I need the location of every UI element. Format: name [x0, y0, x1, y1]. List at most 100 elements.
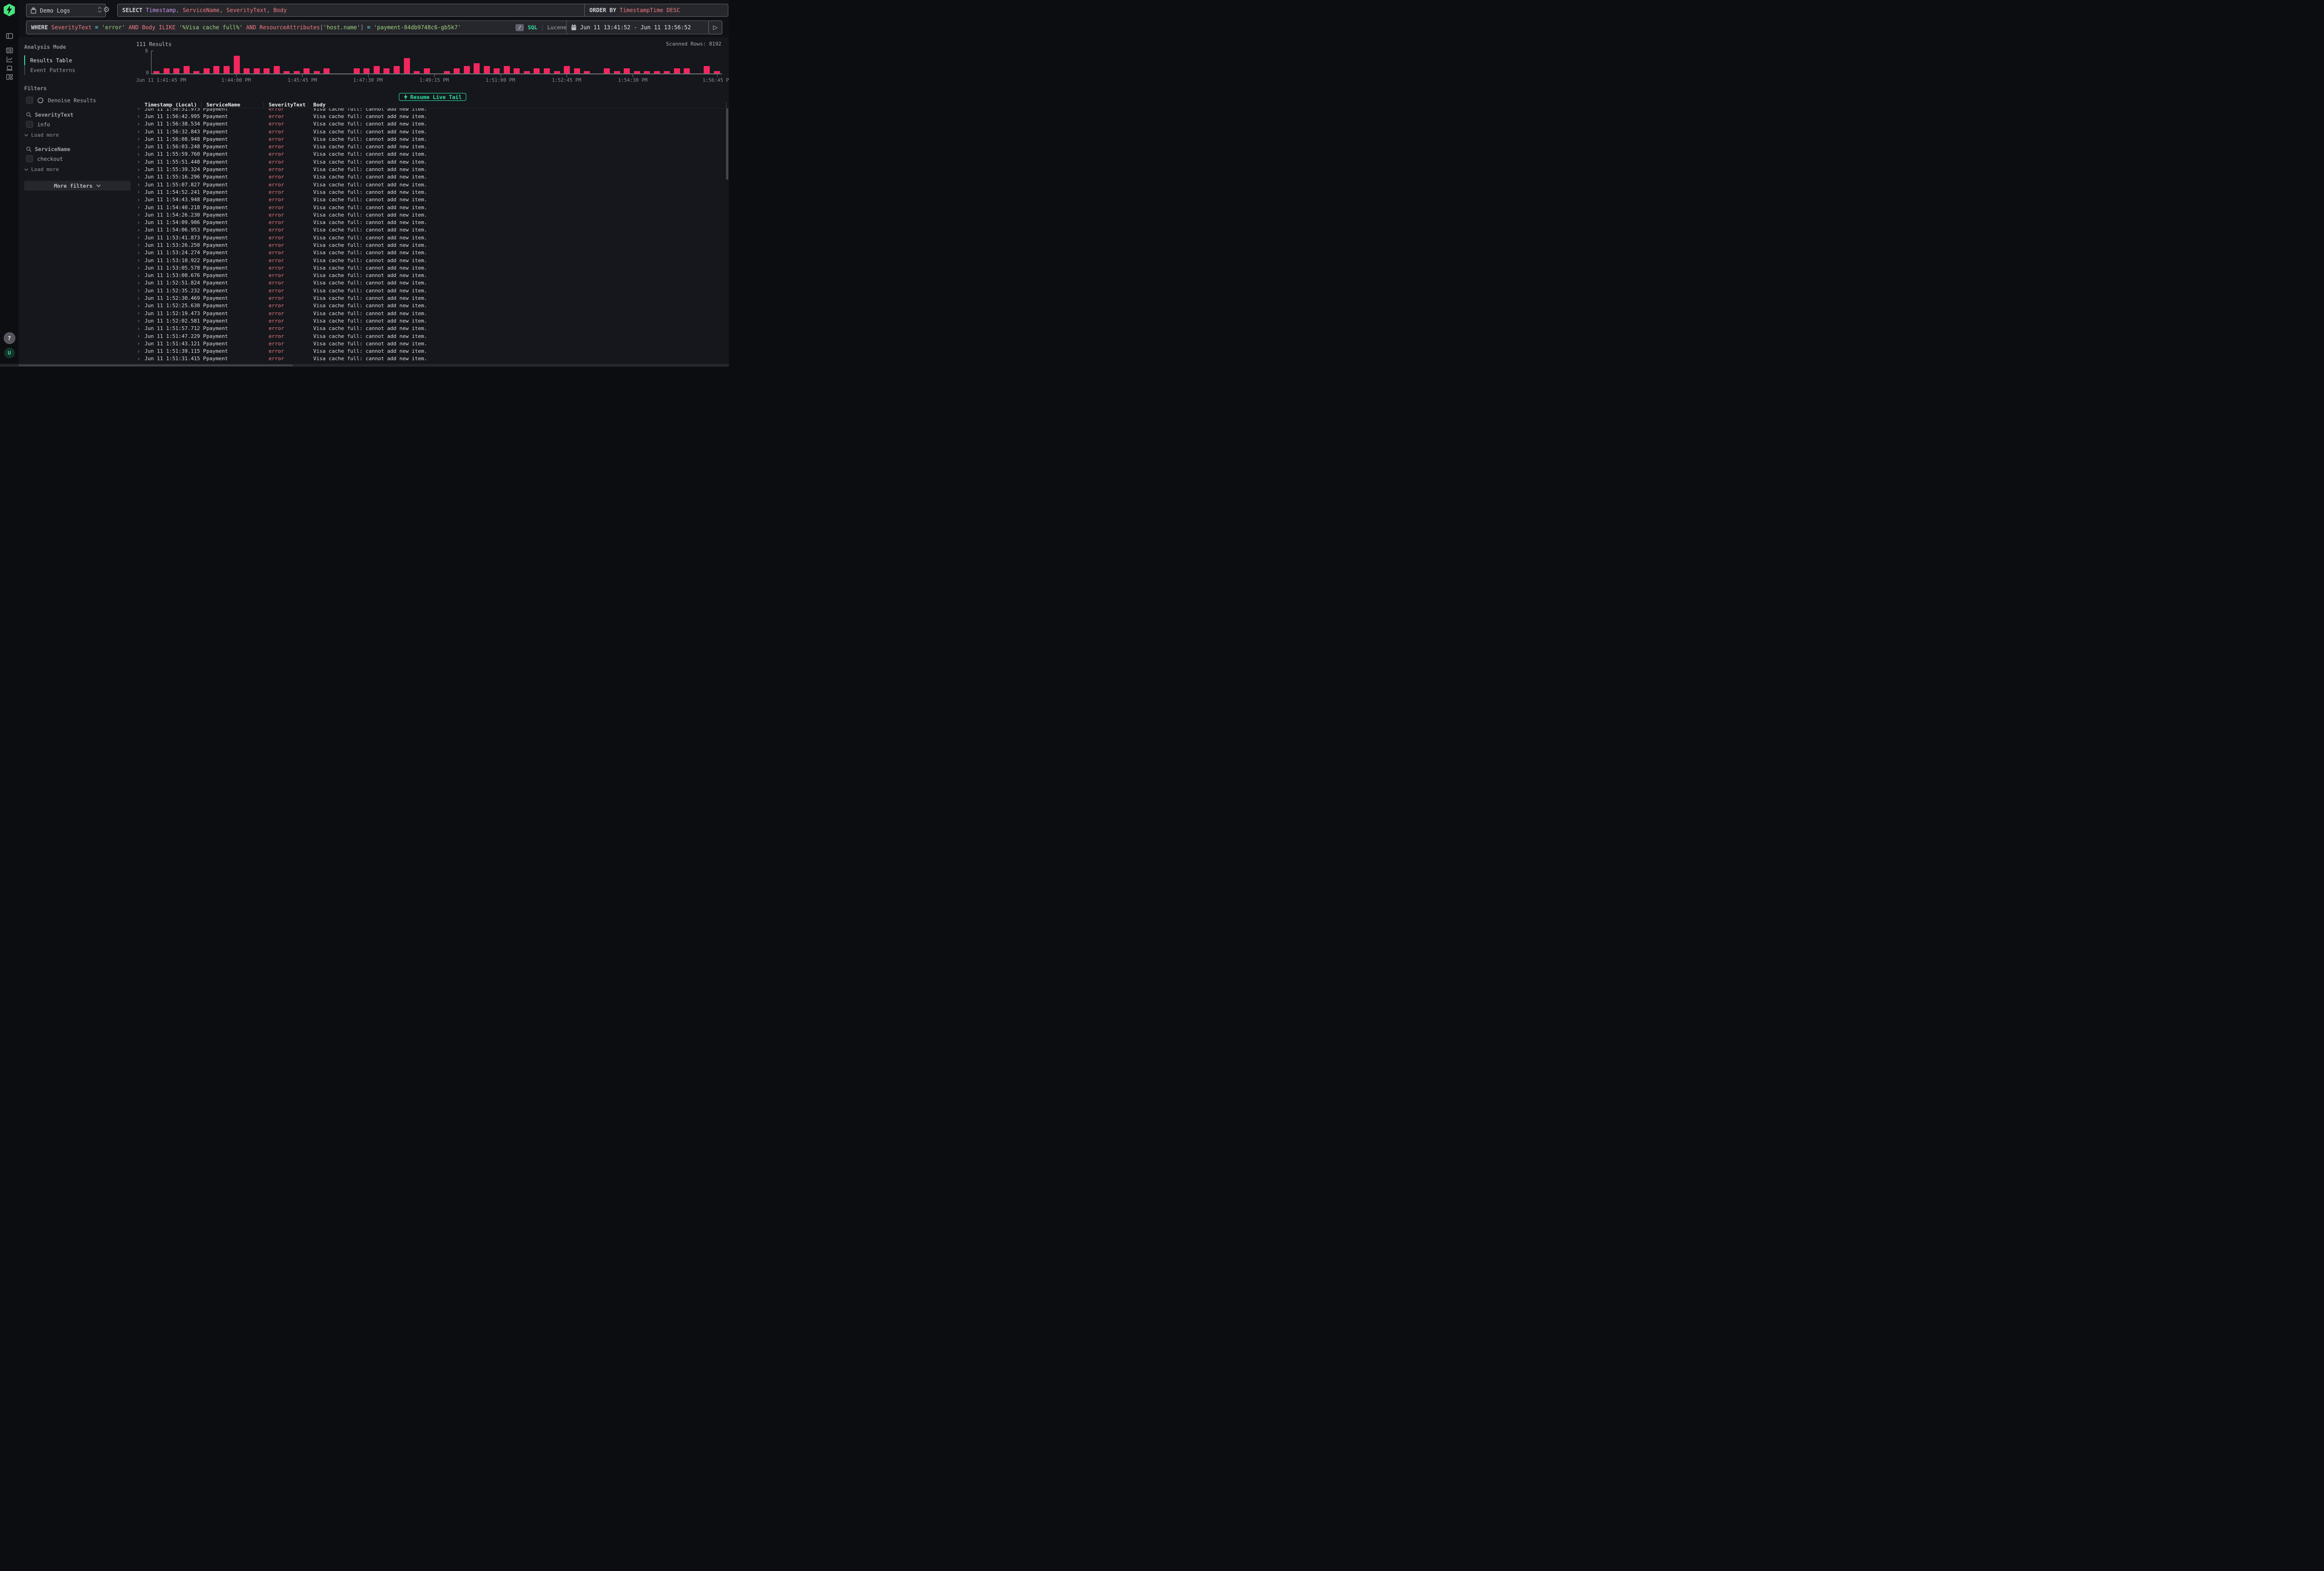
table-row[interactable]: ›Jun 11 1:53:05.578 PMpaymenterrorVisa c…: [136, 264, 729, 271]
denoise-checkbox[interactable]: [26, 97, 33, 104]
histogram-bar[interactable]: [374, 66, 380, 74]
histogram-bar[interactable]: [484, 66, 490, 74]
row-expand-chevron-icon[interactable]: ›: [136, 144, 145, 150]
column-resize-handle[interactable]: ⋮: [306, 102, 310, 107]
histogram-bar[interactable]: [464, 66, 470, 74]
table-row[interactable]: ›Jun 11 1:53:24.274 PMpaymenterrorVisa c…: [136, 249, 729, 257]
histogram-bar[interactable]: [534, 68, 540, 73]
table-row[interactable]: ›Jun 11 1:53:00.676 PMpaymenterrorVisa c…: [136, 272, 729, 279]
histogram-bar[interactable]: [204, 68, 210, 73]
row-expand-chevron-icon[interactable]: ›: [136, 136, 145, 142]
row-expand-chevron-icon[interactable]: ›: [136, 363, 145, 364]
table-row[interactable]: ›Jun 11 1:55:51.448 PMpaymenterrorVisa c…: [136, 158, 729, 165]
histogram-bar[interactable]: [394, 66, 400, 74]
table-row[interactable]: ›Jun 11 1:53:10.922 PMpaymenterrorVisa c…: [136, 257, 729, 264]
table-row[interactable]: ›Jun 11 1:54:40.218 PMpaymenterrorVisa c…: [136, 204, 729, 211]
table-row[interactable]: ›Jun 11 1:56:08.948 PMpaymenterrorVisa c…: [136, 135, 729, 143]
row-expand-chevron-icon[interactable]: ›: [136, 227, 145, 233]
histogram-bar[interactable]: [274, 66, 280, 74]
load-more-button[interactable]: Load more: [24, 132, 131, 138]
source-select[interactable]: Demo Logs: [26, 4, 106, 17]
row-expand-chevron-icon[interactable]: ›: [136, 113, 145, 119]
histogram-bar[interactable]: [173, 68, 179, 73]
table-row[interactable]: ›Jun 11 1:51:31.415 PMpaymenterrorVisa c…: [136, 355, 729, 363]
histogram-bar[interactable]: [324, 68, 330, 73]
table-row[interactable]: ›Jun 11 1:52:02.581 PMpaymenterrorVisa c…: [136, 317, 729, 324]
row-expand-chevron-icon[interactable]: ›: [136, 295, 145, 302]
row-expand-chevron-icon[interactable]: ›: [136, 211, 145, 218]
load-more-button[interactable]: Load more: [24, 166, 131, 172]
filter-option-label[interactable]: checkout: [37, 156, 63, 162]
row-expand-chevron-icon[interactable]: ›: [136, 272, 145, 279]
histogram-bar[interactable]: [244, 68, 250, 73]
denoise-label[interactable]: Denoise Results: [48, 97, 96, 104]
row-expand-chevron-icon[interactable]: ›: [136, 356, 145, 362]
where-query-input[interactable]: WHERE SeverityText = 'error' AND Body IL…: [26, 20, 572, 34]
histogram-bar[interactable]: [383, 68, 390, 73]
histogram-bar[interactable]: [424, 68, 430, 73]
table-row[interactable]: ›Jun 11 1:51:47.229 PMpaymenterrorVisa c…: [136, 332, 729, 340]
histogram-bar[interactable]: [404, 58, 410, 73]
row-expand-chevron-icon[interactable]: ›: [136, 348, 145, 355]
horizontal-scrollbar[interactable]: [0, 364, 729, 367]
table-row[interactable]: ›Jun 11 1:54:06.953 PMpaymenterrorVisa c…: [136, 226, 729, 234]
logs-icon[interactable]: [5, 46, 13, 54]
histogram-bar[interactable]: [254, 68, 260, 73]
orderby-input[interactable]: ORDER BY TimestampTime DESC: [584, 4, 728, 17]
table-row[interactable]: ›Jun 11 1:54:26.230 PMpaymenterrorVisa c…: [136, 211, 729, 218]
table-row[interactable]: ›Jun 11 1:51:39.115 PMpaymenterrorVisa c…: [136, 348, 729, 355]
histogram-bar[interactable]: [474, 63, 480, 73]
histogram-bar[interactable]: [684, 68, 690, 73]
table-row[interactable]: ›Jun 11 1:54:52.241 PMpaymenterrorVisa c…: [136, 188, 729, 196]
column-resize-handle[interactable]: ⋮: [199, 102, 204, 107]
histogram-bar[interactable]: [164, 68, 170, 73]
table-options-icon[interactable]: ⋮: [721, 102, 729, 108]
table-row[interactable]: ›Jun 11 1:53:26.250 PMpaymenterrorVisa c…: [136, 241, 729, 249]
row-expand-chevron-icon[interactable]: ›: [136, 264, 145, 271]
row-expand-chevron-icon[interactable]: ›: [136, 197, 145, 203]
row-expand-chevron-icon[interactable]: ›: [136, 303, 145, 309]
row-expand-chevron-icon[interactable]: ›: [136, 189, 145, 195]
histogram-bar[interactable]: [544, 68, 550, 73]
histogram-bar[interactable]: [363, 68, 370, 73]
table-row[interactable]: ›Jun 11 1:54:09.906 PMpaymenterrorVisa c…: [136, 218, 729, 226]
histogram-bar[interactable]: [494, 68, 500, 73]
histogram-bar[interactable]: [454, 68, 460, 73]
row-expand-chevron-icon[interactable]: ›: [136, 317, 145, 324]
table-row[interactable]: ›Jun 11 1:56:03.248 PMpaymenterrorVisa c…: [136, 143, 729, 150]
table-row[interactable]: ›Jun 11 1:53:41.873 PMpaymenterrorVisa c…: [136, 234, 729, 241]
col-header-timestamp[interactable]: Timestamp (Local) ⋮: [145, 102, 206, 108]
filter-option-label[interactable]: info: [37, 121, 50, 128]
dashboards-icon[interactable]: [5, 73, 13, 81]
histogram-bar[interactable]: [213, 66, 219, 74]
histogram-bar[interactable]: [354, 68, 360, 73]
row-expand-chevron-icon[interactable]: ›: [136, 219, 145, 226]
histogram-bar[interactable]: [514, 68, 520, 73]
table-row[interactable]: ›Jun 11 1:52:30.469 PMpaymenterrorVisa c…: [136, 294, 729, 302]
row-expand-chevron-icon[interactable]: ›: [136, 287, 145, 294]
select-query-input[interactable]: SELECT Timestamp, ServiceName, SeverityT…: [117, 4, 590, 17]
panel-toggle-icon[interactable]: [5, 32, 13, 40]
run-query-button[interactable]: ▷: [708, 20, 722, 34]
resume-live-tail-button[interactable]: Resume Live Tail: [399, 93, 467, 101]
time-range-picker[interactable]: Jun 11 13:41:52 - Jun 11 13:56:52: [566, 20, 710, 34]
results-histogram[interactable]: 8 0 Jun 11 1:41:45 PM1:44:00 PM1:45:45 P…: [151, 53, 722, 73]
col-header-severitytext[interactable]: SeverityText ⋮: [269, 102, 313, 108]
table-row[interactable]: ›Jun 11 1:56:38.534 PMpaymenterrorVisa c…: [136, 120, 729, 128]
row-expand-chevron-icon[interactable]: ›: [136, 181, 145, 188]
table-row[interactable]: ›Jun 11 1:56:32.843 PMpaymenterrorVisa c…: [136, 128, 729, 135]
histogram-bar[interactable]: [704, 66, 710, 74]
histogram-bar[interactable]: [184, 66, 190, 74]
row-expand-chevron-icon[interactable]: ›: [136, 234, 145, 241]
row-expand-chevron-icon[interactable]: ›: [136, 158, 145, 165]
analysis-mode-results-table[interactable]: Results Table: [24, 55, 131, 65]
histogram-bar[interactable]: [574, 68, 580, 73]
table-row[interactable]: ›Jun 11 1:54:43.948 PMpaymenterrorVisa c…: [136, 196, 729, 204]
filter-checkbox[interactable]: [26, 121, 33, 128]
row-expand-chevron-icon[interactable]: ›: [136, 280, 145, 286]
histogram-bar[interactable]: [674, 68, 680, 73]
analysis-mode-event-patterns[interactable]: Event Patterns: [24, 65, 131, 75]
histogram-bar[interactable]: [604, 68, 610, 73]
row-expand-chevron-icon[interactable]: ›: [136, 121, 145, 127]
help-button[interactable]: ?: [4, 332, 15, 344]
